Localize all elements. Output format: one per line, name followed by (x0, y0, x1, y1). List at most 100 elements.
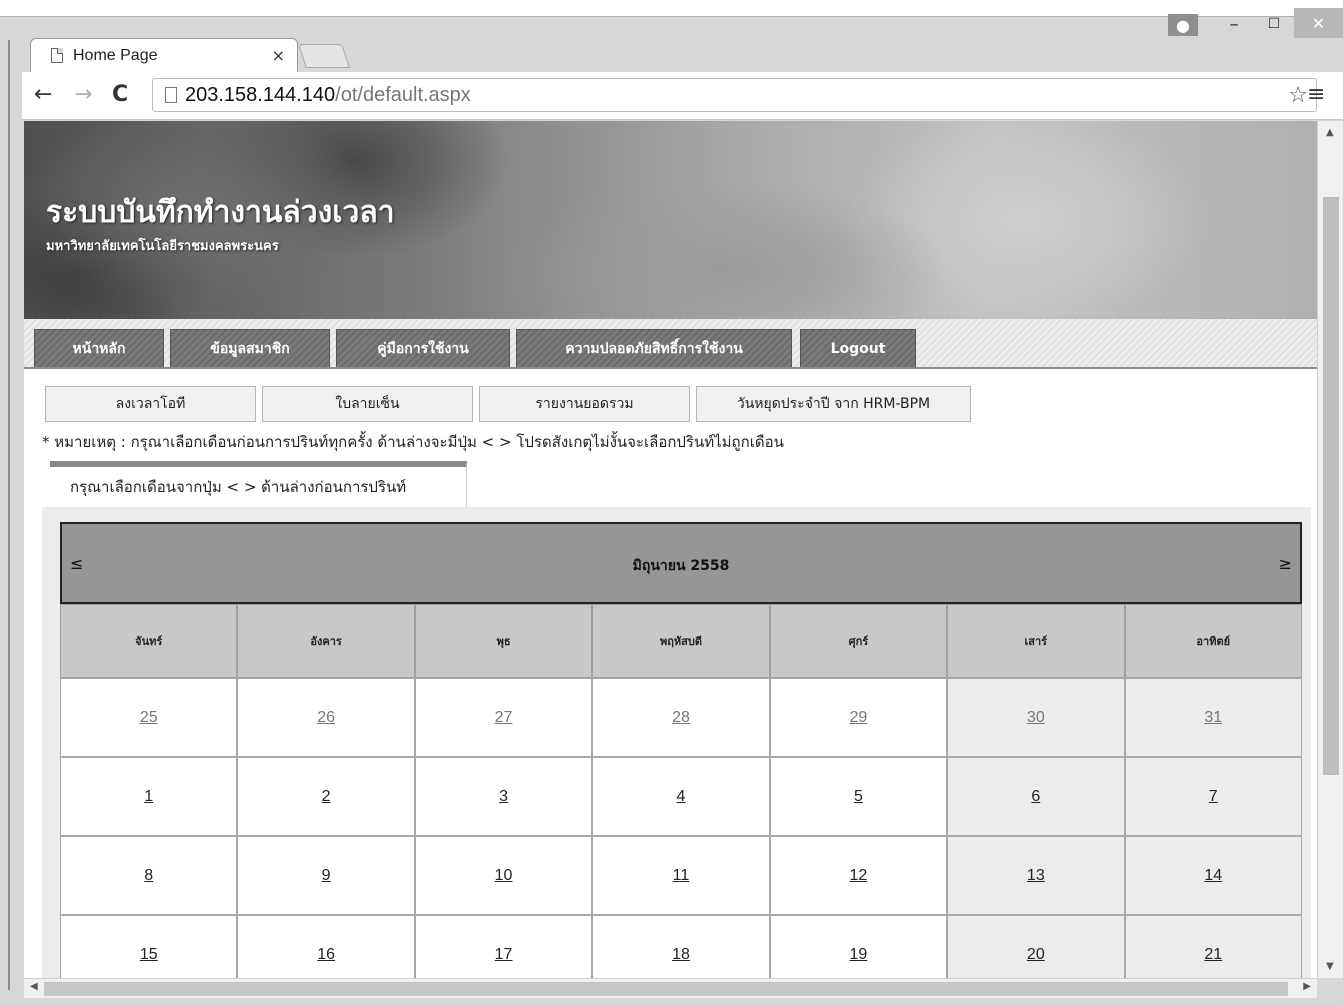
day-link[interactable]: 13 (1027, 867, 1045, 885)
calendar-day[interactable]: 20 (947, 915, 1125, 978)
day-link[interactable]: 20 (1027, 946, 1045, 964)
day-link[interactable]: 7 (1209, 788, 1218, 806)
scroll-right-icon[interactable]: ▶ (1303, 981, 1311, 992)
next-month-link[interactable]: ≥ (1279, 554, 1292, 573)
page-icon (165, 87, 177, 103)
calendar-day[interactable]: 1 (60, 757, 238, 836)
scroll-left-icon[interactable]: ◀ (30, 981, 38, 992)
day-link[interactable]: 6 (1031, 788, 1040, 806)
calendar-day[interactable]: 12 (769, 836, 948, 915)
user-profile-icon[interactable]: ● (1168, 14, 1198, 36)
back-arrow-icon[interactable]: ← (34, 82, 52, 107)
calendar-day[interactable]: 13 (947, 836, 1125, 915)
site-subtitle: มหาวิทยาลัยเทคโนโลยีราชมงคลพระนคร (46, 239, 279, 254)
menu-home[interactable]: หน้าหลัก (34, 329, 164, 367)
summary-report-button[interactable]: รายงานยอดรวม (479, 386, 690, 422)
calendar-day[interactable]: 9 (237, 836, 415, 915)
calendar-day[interactable]: 2 (237, 757, 415, 836)
calendar-day[interactable]: 7 (1124, 757, 1302, 836)
day-link[interactable]: 4 (677, 788, 686, 806)
day-link[interactable]: 10 (495, 867, 513, 885)
calendar-day[interactable]: 8 (60, 836, 238, 915)
calendar-day[interactable]: 27 (414, 678, 593, 757)
calendar-day[interactable]: 10 (414, 836, 593, 915)
window-minimize-button[interactable]: – (1214, 10, 1254, 38)
calendar-day[interactable]: 18 (592, 915, 770, 978)
menu-security[interactable]: ความปลอดภัยสิทธิ์การใช้งาน (516, 329, 792, 367)
day-link[interactable]: 12 (850, 867, 868, 885)
day-name: อาทิตย์ (1124, 604, 1302, 678)
scroll-up-icon[interactable]: ▲ (1326, 127, 1334, 138)
day-link[interactable]: 16 (317, 946, 335, 964)
day-link[interactable]: 5 (854, 788, 863, 806)
calendar-day[interactable]: 17 (414, 915, 593, 978)
window-maximize-button[interactable]: ☐ (1254, 10, 1294, 38)
day-link[interactable]: 27 (495, 709, 513, 727)
calendar-day[interactable]: 15 (60, 915, 238, 978)
address-bar[interactable]: 203.158.144.140/ot/default.aspx ☆ (152, 78, 1317, 112)
vertical-scroll-thumb[interactable] (1323, 197, 1339, 775)
calendar-day[interactable]: 11 (592, 836, 770, 915)
day-link[interactable]: 26 (317, 709, 335, 727)
day-link[interactable]: 9 (322, 867, 331, 885)
day-link[interactable]: 28 (672, 709, 690, 727)
day-link[interactable]: 8 (144, 867, 153, 885)
day-link[interactable]: 11 (673, 867, 690, 885)
calendar-day[interactable]: 4 (592, 757, 770, 836)
browser-tab[interactable]: Home Page × (30, 38, 298, 72)
calendar-week: 25 26 27 28 29 30 31 (60, 678, 1302, 757)
day-link[interactable]: 17 (495, 946, 513, 964)
bookmark-star-icon[interactable]: ☆ (1288, 83, 1308, 108)
day-link[interactable]: 3 (499, 788, 508, 806)
day-link[interactable]: 30 (1027, 709, 1045, 727)
day-link[interactable]: 31 (1204, 709, 1222, 727)
forward-arrow-icon[interactable]: → (74, 82, 92, 107)
day-name: พฤหัสบดี (592, 604, 770, 678)
signature-sheet-button[interactable]: ใบลายเซ็น (262, 386, 473, 422)
main-menu: หน้าหลัก ข้อมูลสมาชิก คู่มือการใช้งาน คว… (24, 319, 1317, 369)
day-link[interactable]: 19 (850, 946, 868, 964)
day-link[interactable]: 25 (140, 709, 158, 727)
day-link[interactable]: 1 (144, 788, 153, 806)
day-link[interactable]: 18 (672, 946, 690, 964)
calendar-day[interactable]: 14 (1124, 836, 1302, 915)
calendar-day[interactable]: 28 (592, 678, 770, 757)
day-link[interactable]: 15 (140, 946, 158, 964)
calendar-day[interactable]: 25 (60, 678, 238, 757)
calendar-day[interactable]: 31 (1124, 678, 1302, 757)
new-tab-button[interactable] (298, 44, 350, 68)
calendar-header: ≤ มิถุนายน 2558 ≥ (60, 522, 1302, 604)
day-name-row: จันทร์ อังคาร พุธ พฤหัสบดี ศุกร์ เสาร์ อ… (60, 604, 1302, 678)
calendar-day[interactable]: 5 (769, 757, 948, 836)
calendar-week: 15 16 17 18 19 20 21 (60, 915, 1302, 978)
menu-icon[interactable]: ≡ (1307, 82, 1325, 107)
day-link[interactable]: 2 (322, 788, 331, 806)
calendar-day[interactable]: 21 (1124, 915, 1302, 978)
window-close-button[interactable]: ✕ (1294, 8, 1343, 38)
horizontal-scroll-thumb[interactable] (44, 982, 1288, 996)
month-select-tab[interactable]: กรุณาเลือกเดือนจากปุ่ม < > ด้านล่างก่อนก… (50, 461, 467, 507)
calendar-day[interactable]: 3 (414, 757, 593, 836)
day-link[interactable]: 14 (1204, 867, 1222, 885)
annual-holidays-button[interactable]: วันหยุดประจำปี จาก HRM-BPM (696, 386, 971, 422)
horizontal-scrollbar[interactable]: ◀ ▶ (24, 978, 1317, 998)
menu-member-info[interactable]: ข้อมูลสมาชิก (170, 329, 330, 367)
calendar-day[interactable]: 19 (769, 915, 948, 978)
menu-user-manual[interactable]: คู่มือการใช้งาน (336, 329, 510, 367)
day-link[interactable]: 29 (850, 709, 868, 727)
vertical-scrollbar[interactable]: ▲ ▼ (1317, 121, 1343, 978)
calendar-week: 8 9 10 11 12 13 14 (60, 836, 1302, 915)
calendar-day[interactable]: 6 (947, 757, 1125, 836)
day-link[interactable]: 21 (1204, 946, 1222, 964)
calendar-day[interactable]: 26 (237, 678, 415, 757)
menu-logout[interactable]: Logout (800, 329, 916, 367)
scroll-down-icon[interactable]: ▼ (1326, 961, 1334, 972)
url-path: /ot/default.aspx (335, 83, 471, 106)
calendar-day[interactable]: 30 (947, 678, 1125, 757)
tab-close-icon[interactable]: × (272, 46, 285, 65)
calendar-day[interactable]: 16 (237, 915, 415, 978)
calendar-day[interactable]: 29 (769, 678, 948, 757)
reload-icon[interactable]: C (112, 82, 128, 107)
record-ot-button[interactable]: ลงเวลาโอที (45, 386, 256, 422)
calendar-week: 1 2 3 4 5 6 7 (60, 757, 1302, 836)
